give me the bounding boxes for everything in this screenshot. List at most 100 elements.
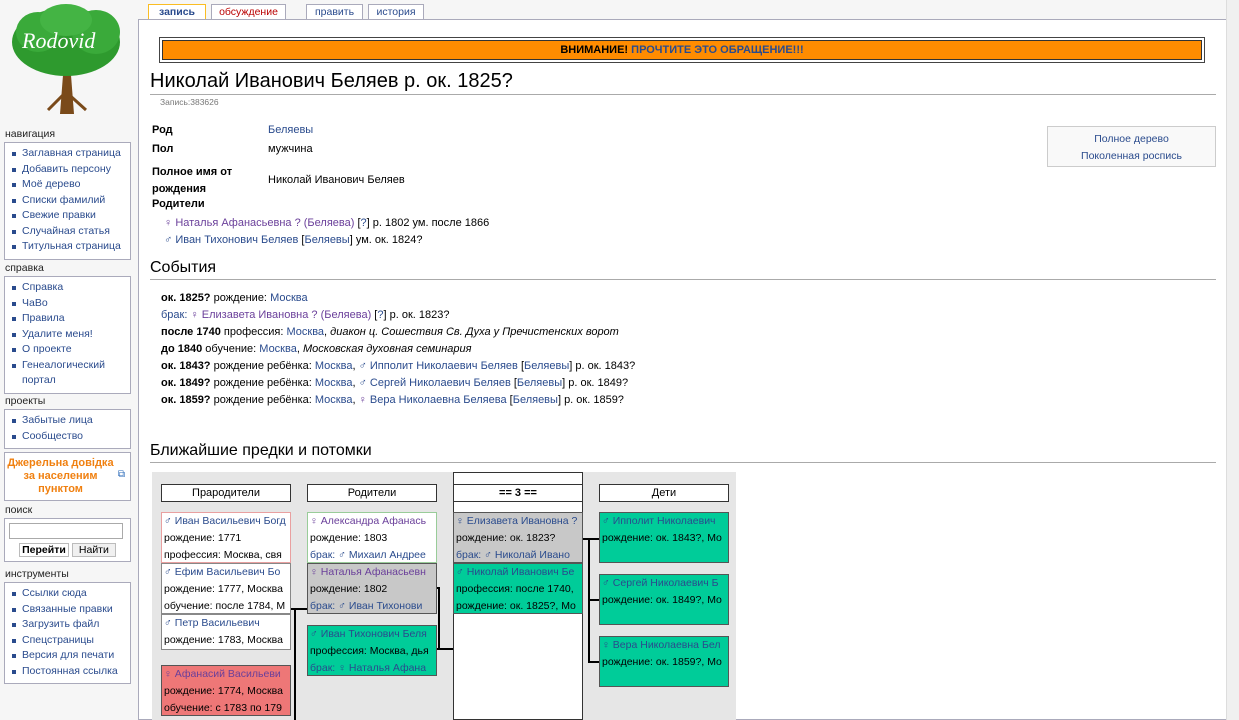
event-type: обучение: — [205, 343, 257, 355]
child-rod-link[interactable]: Беляевы — [517, 377, 562, 389]
genealogy-portal-link[interactable]: Генеалогический портал — [11, 358, 128, 389]
tree-card[interactable]: ♀ Александра Афанась рождение: 1803 брак… — [307, 512, 437, 563]
faq-link[interactable]: ЧаВо — [11, 296, 128, 312]
tree-card[interactable]: ♀ Елизавета Ивановна ? рождение: ок. 182… — [453, 512, 583, 563]
event-place-link[interactable]: Москва — [259, 343, 297, 355]
search-title: поиск — [5, 504, 33, 516]
special-pages-link[interactable]: Спецстраницы — [11, 633, 128, 649]
mother-rod-link[interactable]: ? — [361, 217, 367, 229]
card-name[interactable]: ♂ Ипполит Николаевич — [602, 513, 728, 530]
tree-connector — [294, 608, 296, 720]
child-link[interactable]: Сергей Николаевич Беляев — [370, 377, 511, 389]
nav-recent-changes[interactable]: Свежие правки — [11, 208, 128, 224]
card-line[interactable]: брак: ♂ Иван Тихонови — [310, 598, 436, 613]
tree-card[interactable]: ♀ Вера Николаевна Бел рождение: ок. 1859… — [599, 636, 729, 687]
tree-card[interactable]: ♂ Петр Васильевич рождение: 1783, Москва — [161, 614, 291, 650]
card-name[interactable]: ♀ Наталья Афанасьевн — [310, 564, 436, 581]
rules-link[interactable]: Правила — [11, 311, 128, 327]
tree-card[interactable]: ♂ Иван Тихонович Беля профессия: Москва,… — [307, 625, 437, 676]
card-name[interactable]: ♂ Иван Васильевич Богд — [164, 513, 290, 530]
mother-link[interactable]: Наталья Афанасьевна ? (Беляева) — [175, 217, 354, 229]
nav-random-article[interactable]: Случайная статья — [11, 224, 128, 240]
child-rod-link[interactable]: Беляевы — [524, 360, 569, 372]
tab-record[interactable]: запись — [148, 4, 206, 20]
spouse-link[interactable]: Елизавета Ивановна ? (Беляева) — [202, 309, 371, 321]
tree-card[interactable]: ♂ Ипполит Николаевич рождение: ок. 1843?… — [599, 512, 729, 563]
delete-me-link[interactable]: Удалите меня! — [11, 327, 128, 343]
card-line: обучение: с 1783 по 179 — [164, 702, 282, 714]
card-line[interactable]: брак: ♂ Михаил Андрее — [310, 547, 436, 562]
printable-version-link[interactable]: Версия для печати — [11, 648, 128, 664]
spouse-rod-link[interactable]: ? — [377, 309, 383, 321]
tree-card[interactable]: ♂ Ефим Васильевич Бо рождение: 1777, Мос… — [161, 563, 291, 614]
tree-card[interactable]: ♀ Наталья Афанасьевн рождение: 1802 брак… — [307, 563, 437, 614]
tab-discussion[interactable]: обсуждение — [211, 4, 286, 20]
permanent-link[interactable]: Постоянная ссылка — [11, 664, 128, 680]
card-line[interactable]: брак: ♂ Николай Ивано — [456, 547, 582, 562]
father-rod-link[interactable]: Беляевы — [304, 234, 349, 246]
tab-history[interactable]: история — [368, 4, 424, 20]
upload-file-link[interactable]: Загрузить файл — [11, 617, 128, 633]
community-link[interactable]: Сообщество — [11, 429, 128, 445]
tools-title: инструменты — [5, 568, 69, 580]
tree-card[interactable]: ♂ Иван Васильевич Богд рождение: 1771 пр… — [161, 512, 291, 563]
rodovid-logo[interactable]: Rodovid — [8, 2, 126, 114]
card-line: рождение: ок. 1859?, Мо — [602, 656, 722, 668]
card-name[interactable]: ♀ Елизавета Ивановна ? — [456, 513, 582, 530]
tree-connector — [588, 661, 599, 663]
card-line[interactable]: брак: ♀ Наталья Афана — [310, 660, 436, 675]
page-title: Николай Иванович Беляев р. ок. 1825? — [150, 70, 1216, 95]
vertical-scrollbar[interactable] — [1226, 0, 1239, 720]
event-place-link[interactable]: Москва — [315, 360, 353, 372]
forgotten-faces-link[interactable]: Забытые лица — [11, 413, 128, 429]
card-name[interactable]: ♂ Петр Васильевич — [164, 615, 290, 632]
name-label: Полное имя от рождения — [152, 166, 233, 195]
card-name[interactable]: ♂ Ефим Васильевич Бо — [164, 564, 290, 581]
full-tree-link[interactable]: Полное дерево — [1094, 133, 1169, 145]
event-profession: после 1740 профессия: Москва, диакон ц. … — [161, 326, 619, 338]
card-name[interactable]: ♂ Николай Иванович Бе — [456, 564, 582, 581]
sex-label: Пол — [152, 143, 174, 155]
col-grandparents: Прародители — [161, 484, 291, 502]
event-place-link[interactable]: Москва — [270, 292, 308, 304]
related-changes-link[interactable]: Связанные правки — [11, 602, 128, 618]
card-name[interactable]: ♀ Вера Николаевна Бел — [602, 637, 728, 654]
event-place-link[interactable]: Москва — [315, 377, 353, 389]
card-name[interactable]: ♂ Сергей Николаевич Б — [602, 575, 728, 592]
card-name[interactable]: ♀ Александра Афанась — [310, 513, 436, 530]
nav-main-page[interactable]: Заглавная страница — [11, 146, 128, 162]
tree-card[interactable]: ♀ Афанасий Васильеви рождение: 1774, Мос… — [161, 665, 291, 716]
tree-card[interactable]: ♂ Сергей Николаевич Б рождение: ок. 1849… — [599, 574, 729, 625]
rod-link[interactable]: Беляевы — [268, 124, 313, 136]
card-name[interactable]: ♂ Иван Тихонович Беля — [310, 626, 436, 643]
go-button[interactable]: Перейти — [19, 543, 69, 557]
tab-edit[interactable]: править — [306, 4, 363, 20]
nav-my-tree[interactable]: Моё дерево — [11, 177, 128, 193]
search-input[interactable] — [9, 523, 123, 539]
event-date: после 1740 — [161, 326, 221, 338]
marriage-label-link[interactable]: брак: — [161, 309, 187, 321]
tree-connector — [438, 587, 440, 649]
nav-add-person[interactable]: Добавить персону — [11, 162, 128, 178]
child-rod-link[interactable]: Беляевы — [513, 394, 558, 406]
tree-card[interactable]: ♂ Николай Иванович Бе профессия: после 1… — [453, 563, 583, 614]
child-dates: р. ок. 1849? — [568, 377, 629, 389]
navigation-portlet: навигация Заглавная страница Добавить пе… — [4, 128, 131, 260]
find-button[interactable]: Найти — [71, 543, 116, 557]
male-icon: ♂ — [358, 377, 367, 389]
child-link[interactable]: Вера Николаевна Беляева — [370, 394, 507, 406]
nav-title-page[interactable]: Титульная страница — [11, 239, 128, 255]
event-place-link[interactable]: Москва — [315, 394, 353, 406]
child-link[interactable]: Ипполит Николаевич Беляев — [370, 360, 518, 372]
father-link[interactable]: Иван Тихонович Беляев — [175, 234, 298, 246]
promo-link[interactable]: Джерельна довідка за населеним пунктом — [7, 457, 114, 496]
card-name[interactable]: ♀ Афанасий Васильеви — [164, 666, 290, 683]
event-child-1: ок. 1843? рождение ребёнка: Москва, ♂ Ип… — [161, 360, 636, 372]
generations-link[interactable]: Поколенная роспись — [1081, 150, 1182, 162]
event-place-link[interactable]: Москва — [286, 326, 324, 338]
about-link[interactable]: О проекте — [11, 342, 128, 358]
help-link[interactable]: Справка — [11, 280, 128, 296]
nav-surname-lists[interactable]: Списки фамилий — [11, 193, 128, 209]
notice-link[interactable]: ПРОЧТИТЕ ЭТО ОБРАЩЕНИЕ!!! — [631, 44, 804, 56]
what-links-here-link[interactable]: Ссылки сюда — [11, 586, 128, 602]
